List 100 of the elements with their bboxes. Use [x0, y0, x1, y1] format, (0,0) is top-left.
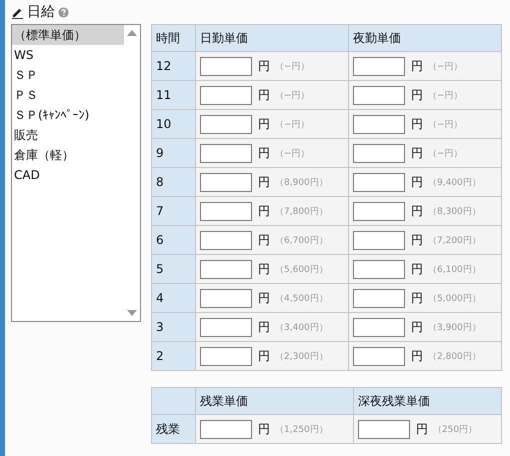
hint-text: （−円） [275, 148, 310, 160]
input-field[interactable] [200, 260, 252, 278]
list-item[interactable]: ＳＰ(ｷｬﾝﾍﾟｰﾝ) [12, 105, 124, 125]
input-field[interactable] [200, 114, 252, 134]
input-field[interactable] [200, 346, 252, 366]
hint-text: （2,300円） [275, 350, 328, 362]
unit-label: 円 [258, 116, 270, 132]
hint-text: （6,700円） [275, 234, 328, 246]
hint-text: （8,300円） [428, 206, 481, 218]
input-field[interactable] [353, 318, 405, 336]
unit-label: 円 [258, 318, 270, 336]
input-field[interactable] [353, 114, 405, 134]
list-item[interactable]: ＳＰ [12, 65, 124, 85]
hint-text: （−円） [428, 60, 463, 72]
input-field[interactable] [353, 202, 405, 220]
hint-text: （9,400円） [428, 176, 481, 188]
input-field[interactable] [353, 86, 405, 104]
hint-text: （−円） [428, 90, 463, 102]
column-header [152, 388, 196, 414]
hint-text: （4,500円） [275, 292, 328, 304]
unit-label: 円 [411, 348, 423, 364]
unit-label: 円 [258, 232, 270, 248]
input-field[interactable] [353, 172, 405, 192]
hint-text: （7,800円） [275, 206, 328, 218]
input-field[interactable] [200, 172, 252, 192]
unit-label: 円 [411, 202, 423, 220]
input-field[interactable] [200, 230, 252, 250]
hint-text: （6,100円） [428, 264, 481, 276]
hint-text: （1,250円） [275, 424, 328, 436]
hint-text: （−円） [275, 118, 310, 130]
hours-cell: 10 [152, 110, 196, 138]
unit-label: 円 [258, 348, 270, 364]
unit-label: 円 [411, 318, 423, 336]
input-field[interactable] [353, 260, 405, 278]
input-field[interactable] [353, 56, 405, 76]
input-field[interactable] [200, 288, 252, 308]
hint-text: （5,600円） [275, 264, 328, 276]
hours-cell: 3 [152, 312, 196, 342]
hours-cell: 8 [152, 168, 196, 196]
unit-label: 円 [258, 174, 270, 190]
unit-label: 円 [258, 420, 270, 438]
unit-label: 円 [411, 144, 423, 162]
list-item[interactable]: ＰＳ [12, 85, 124, 105]
unit-label: 円 [411, 174, 423, 190]
hours-cell: 2 [152, 342, 196, 370]
hint-text: （2,800円） [428, 350, 481, 362]
hint-text: （−円） [275, 90, 310, 102]
input-field[interactable] [200, 56, 252, 76]
column-header: 日勤単価 [196, 24, 348, 52]
hours-cell: 6 [152, 226, 196, 254]
column-header: 残業単価 [196, 388, 354, 414]
hours-cell: 9 [152, 138, 196, 168]
list-item[interactable]: 販売 [12, 125, 124, 145]
list-item[interactable]: CAD [12, 165, 124, 185]
column-header: 深夜残業単価 [353, 388, 502, 414]
list-item[interactable]: 倉庫（軽） [12, 145, 124, 165]
row-header: 残業 [152, 414, 196, 444]
hours-cell: 4 [152, 284, 196, 312]
input-field[interactable] [200, 420, 252, 438]
scroll-down-icon[interactable] [127, 309, 137, 317]
hint-text: （−円） [428, 148, 463, 160]
unit-label: 円 [411, 232, 423, 248]
hint-text: （−円） [275, 60, 310, 72]
input-field[interactable] [353, 288, 405, 308]
input-field[interactable] [353, 230, 405, 250]
unit-label: 円 [411, 86, 423, 104]
input-field[interactable] [353, 346, 405, 366]
list-item[interactable]: WS [12, 45, 124, 65]
input-field[interactable] [200, 144, 252, 162]
column-header: 時間 [152, 24, 196, 52]
hours-cell: 11 [152, 80, 196, 110]
input-field[interactable] [353, 144, 405, 162]
scroll-up-icon[interactable] [127, 29, 137, 37]
unit-label: 円 [258, 144, 270, 162]
hint-text: （3,400円） [275, 322, 328, 334]
column-header: 夜勤単価 [348, 24, 502, 52]
unit-label: 円 [411, 260, 423, 278]
list-item[interactable]: （標準単価） [12, 25, 124, 45]
unit-label: 円 [411, 58, 423, 74]
hint-text: （5,000円） [428, 292, 481, 304]
hint-text: （3,900円） [428, 322, 481, 334]
input-field[interactable] [200, 318, 252, 336]
hint-text: （250円） [432, 424, 478, 436]
hint-text: （8,900円） [275, 176, 328, 188]
hint-text: （−円） [428, 118, 463, 130]
input-field[interactable] [200, 202, 252, 220]
unit-label: 円 [258, 290, 270, 306]
unit-label: 円 [416, 420, 428, 438]
unit-label: 円 [258, 86, 270, 104]
unit-label: 円 [411, 290, 423, 306]
unit-label: 円 [258, 58, 270, 74]
hours-cell: 12 [152, 52, 196, 80]
section-title: 日給 [27, 3, 55, 21]
hint-text: （7,200円） [428, 234, 481, 246]
input-field[interactable] [358, 420, 410, 438]
category-listbox[interactable]: （標準単価） WS ＳＰ ＰＳ ＳＰ(ｷｬﾝﾍﾟｰﾝ) 販売 倉庫（軽） CAD [11, 24, 141, 322]
help-icon[interactable] [58, 6, 69, 18]
unit-label: 円 [258, 202, 270, 220]
unit-label: 円 [411, 116, 423, 132]
input-field[interactable] [200, 86, 252, 104]
